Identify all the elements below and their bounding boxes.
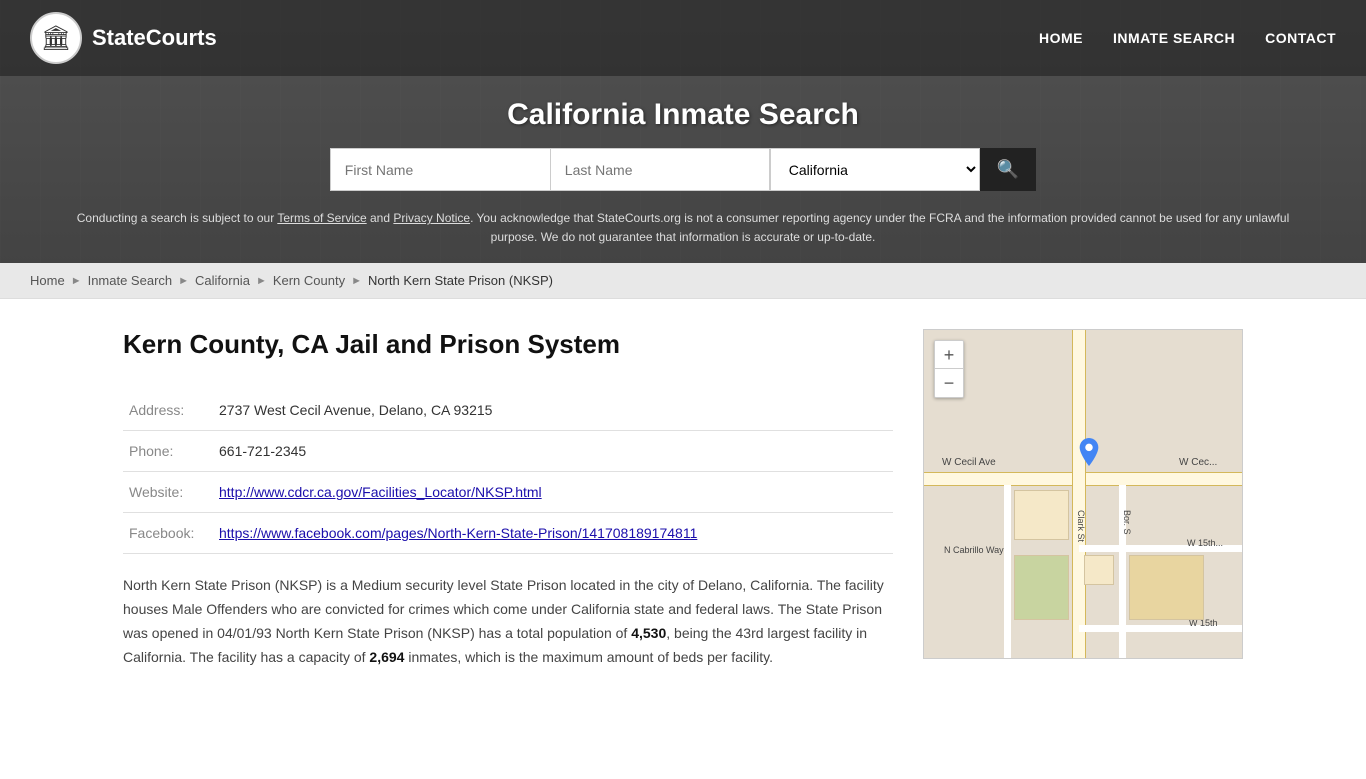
map-pin[interactable] [1079, 438, 1099, 466]
map-area: W Cecil Ave W Cec... Clark St Bor. S N C… [923, 329, 1243, 739]
nav-home[interactable]: HOME [1039, 30, 1083, 46]
breadcrumb-sep-3: ► [256, 275, 267, 287]
search-button[interactable]: 🔍 [980, 148, 1036, 191]
nav-inmate-search[interactable]: INMATE SEARCH [1113, 30, 1235, 46]
label-clark-st: Clark St [1076, 510, 1086, 542]
state-select[interactable]: Select State AlabamaAlaskaArizona Arkans… [770, 148, 980, 191]
road-cabrillo [1004, 485, 1011, 659]
facebook-link[interactable]: https://www.facebook.com/pages/North-Ker… [219, 525, 697, 541]
logo-icon: 🏛 [30, 12, 82, 64]
breadcrumb-inmate-search[interactable]: Inmate Search [88, 273, 173, 288]
map-block-1 [1014, 490, 1069, 540]
nav-contact[interactable]: CONTACT [1265, 30, 1336, 46]
address-label: Address: [123, 390, 213, 431]
breadcrumb-california[interactable]: California [195, 273, 250, 288]
nav-links: HOME INMATE SEARCH CONTACT [1039, 30, 1336, 46]
phone-row: Phone: 661-721-2345 [123, 431, 893, 472]
map-zoom-controls: + − [934, 340, 964, 398]
map-container: W Cecil Ave W Cec... Clark St Bor. S N C… [923, 329, 1243, 659]
breadcrumb-sep-4: ► [351, 275, 362, 287]
breadcrumb-sep-2: ► [178, 275, 189, 287]
header-content: 🏛 StateCourts HOME INMATE SEARCH CONTACT… [0, 0, 1366, 263]
label-cabrillo: N Cabrillo Way [944, 545, 1004, 555]
content-area: Kern County, CA Jail and Prison System A… [123, 329, 893, 739]
zoom-out-button[interactable]: − [935, 369, 963, 397]
capacity-value: 2,694 [369, 649, 404, 665]
page-heading: Kern County, CA Jail and Prison System [123, 329, 893, 360]
road-w-15th-2 [1079, 625, 1243, 632]
map-block-4 [1084, 555, 1114, 585]
website-link[interactable]: http://www.cdcr.ca.gov/Facilities_Locato… [219, 484, 542, 500]
hero-title: California Inmate Search [0, 76, 1366, 148]
main-content: Kern County, CA Jail and Prison System A… [83, 299, 1283, 779]
breadcrumb-home[interactable]: Home [30, 273, 65, 288]
breadcrumb-sep-1: ► [71, 275, 82, 287]
search-bar: Select State AlabamaAlaskaArizona Arkans… [0, 148, 1366, 205]
website-value: http://www.cdcr.ca.gov/Facilities_Locato… [213, 472, 893, 513]
logo-link[interactable]: 🏛 StateCourts [30, 12, 217, 64]
facebook-label: Facebook: [123, 513, 213, 554]
disclaimer-text: Conducting a search is subject to our Te… [0, 205, 1366, 263]
facility-info-table: Address: 2737 West Cecil Avenue, Delano,… [123, 390, 893, 554]
search-icon: 🔍 [997, 159, 1019, 180]
facebook-row: Facebook: https://www.facebook.com/pages… [123, 513, 893, 554]
phone-label: Phone: [123, 431, 213, 472]
breadcrumb: Home ► Inmate Search ► California ► Kern… [0, 263, 1366, 299]
phone-value: 661-721-2345 [213, 431, 893, 472]
privacy-link[interactable]: Privacy Notice [393, 211, 470, 225]
map-block-3 [1014, 555, 1069, 620]
tos-link[interactable]: Terms of Service [277, 211, 366, 225]
label-borel-st: Bor. S [1122, 510, 1132, 535]
label-w-cecil: W Cecil Ave [942, 457, 996, 468]
zoom-in-button[interactable]: + [935, 341, 963, 369]
website-row: Website: http://www.cdcr.ca.gov/Faciliti… [123, 472, 893, 513]
logo-text: StateCourts [92, 25, 217, 51]
facebook-value: https://www.facebook.com/pages/North-Ker… [213, 513, 893, 554]
address-value: 2737 West Cecil Avenue, Delano, CA 93215 [213, 390, 893, 431]
description-part3: inmates, which is the maximum amount of … [404, 649, 773, 665]
breadcrumb-current: North Kern State Prison (NKSP) [368, 273, 553, 288]
label-w-15th-right: W 15th... [1187, 538, 1223, 548]
navbar: 🏛 StateCourts HOME INMATE SEARCH CONTACT [0, 0, 1366, 76]
header: 🏛 StateCourts HOME INMATE SEARCH CONTACT… [0, 0, 1366, 263]
first-name-input[interactable] [330, 148, 550, 191]
map-block-2 [1129, 555, 1204, 620]
website-label: Website: [123, 472, 213, 513]
breadcrumb-kern-county[interactable]: Kern County [273, 273, 345, 288]
last-name-input[interactable] [550, 148, 770, 191]
population-value: 4,530 [631, 625, 666, 641]
road-clark-st [1072, 330, 1086, 658]
address-row: Address: 2737 West Cecil Avenue, Delano,… [123, 390, 893, 431]
label-w-cec-right: W Cec... [1179, 457, 1217, 468]
facility-description: North Kern State Prison (NKSP) is a Medi… [123, 574, 893, 669]
